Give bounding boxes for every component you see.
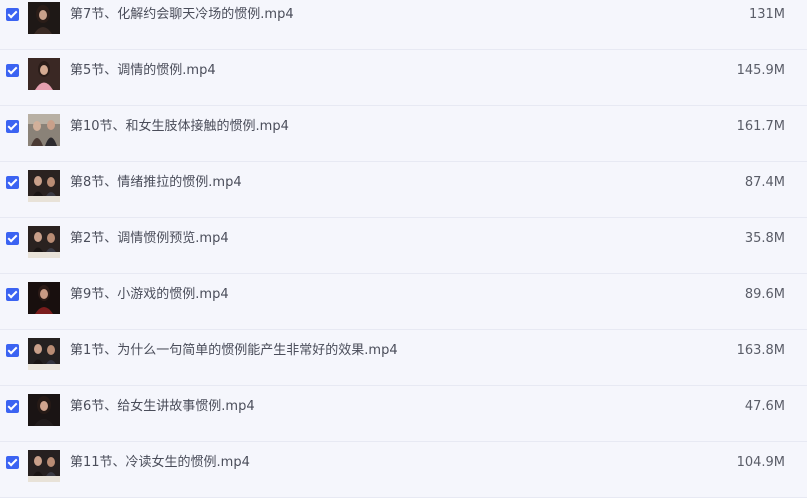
file-name[interactable]: 第5节、调情的惯例.mp4 bbox=[70, 63, 216, 79]
file-row[interactable]: 第10节、和女生肢体接触的惯例.mp4 161.7M bbox=[0, 106, 807, 162]
video-thumbnail-woman-icon bbox=[28, 394, 60, 426]
video-thumbnail-couple-icon bbox=[28, 226, 60, 258]
file-row[interactable]: 第1节、为什么一句简单的惯例能产生非常好的效果.mp4 163.8M bbox=[0, 330, 807, 386]
checkbox-checked-icon[interactable] bbox=[6, 232, 19, 245]
file-size: 47.6M bbox=[744, 399, 785, 414]
video-thumbnail-couple-icon bbox=[28, 450, 60, 482]
file-size: 104.9M bbox=[736, 455, 785, 470]
checkbox-checked-icon[interactable] bbox=[6, 344, 19, 357]
file-size: 163.8M bbox=[736, 343, 785, 358]
file-size: 87.4M bbox=[744, 175, 785, 190]
file-name[interactable]: 第7节、化解约会聊天冷场的惯例.mp4 bbox=[70, 7, 294, 23]
video-thumbnail-woman-icon bbox=[28, 58, 60, 90]
file-size: 161.7M bbox=[736, 119, 785, 134]
file-name[interactable]: 第10节、和女生肢体接触的惯例.mp4 bbox=[70, 119, 289, 135]
checkbox-checked-icon[interactable] bbox=[6, 120, 19, 133]
checkbox-checked-icon[interactable] bbox=[6, 176, 19, 189]
file-list: 第7节、化解约会聊天冷场的惯例.mp4 131M 第5节、调情的惯例.mp4 1… bbox=[0, 0, 807, 498]
file-row[interactable]: 第7节、化解约会聊天冷场的惯例.mp4 131M bbox=[0, 0, 807, 50]
file-name[interactable]: 第1节、为什么一句简单的惯例能产生非常好的效果.mp4 bbox=[70, 343, 398, 359]
video-thumbnail-couple-icon bbox=[28, 338, 60, 370]
checkbox-checked-icon[interactable] bbox=[6, 456, 19, 469]
file-size: 35.8M bbox=[744, 231, 785, 246]
checkbox-checked-icon[interactable] bbox=[6, 64, 19, 77]
file-row[interactable]: 第6节、给女生讲故事惯例.mp4 47.6M bbox=[0, 386, 807, 442]
file-size: 145.9M bbox=[736, 63, 785, 78]
video-thumbnail-couple-icon bbox=[28, 114, 60, 146]
file-size: 89.6M bbox=[744, 287, 785, 302]
video-thumbnail-woman-icon bbox=[28, 2, 60, 34]
file-row[interactable]: 第2节、调情惯例预览.mp4 35.8M bbox=[0, 218, 807, 274]
file-row[interactable]: 第5节、调情的惯例.mp4 145.9M bbox=[0, 50, 807, 106]
file-name[interactable]: 第9节、小游戏的惯例.mp4 bbox=[70, 287, 229, 303]
file-name[interactable]: 第11节、冷读女生的惯例.mp4 bbox=[70, 455, 250, 471]
file-name[interactable]: 第6节、给女生讲故事惯例.mp4 bbox=[70, 399, 255, 415]
file-name[interactable]: 第2节、调情惯例预览.mp4 bbox=[70, 231, 229, 247]
file-row[interactable]: 第11节、冷读女生的惯例.mp4 104.9M bbox=[0, 442, 807, 498]
file-size: 131M bbox=[748, 7, 785, 22]
file-row[interactable]: 第8节、情绪推拉的惯例.mp4 87.4M bbox=[0, 162, 807, 218]
video-thumbnail-woman-icon bbox=[28, 282, 60, 314]
file-row[interactable]: 第9节、小游戏的惯例.mp4 89.6M bbox=[0, 274, 807, 330]
file-name[interactable]: 第8节、情绪推拉的惯例.mp4 bbox=[70, 175, 242, 191]
checkbox-checked-icon[interactable] bbox=[6, 288, 19, 301]
checkbox-checked-icon[interactable] bbox=[6, 8, 19, 21]
video-thumbnail-couple-icon bbox=[28, 170, 60, 202]
checkbox-checked-icon[interactable] bbox=[6, 400, 19, 413]
